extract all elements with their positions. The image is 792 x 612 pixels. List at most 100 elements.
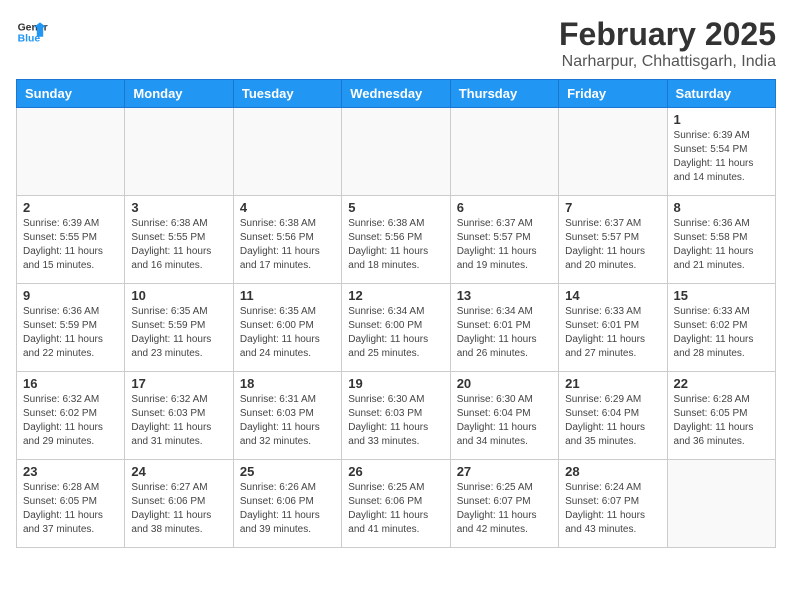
day-number: 20 [457,376,552,391]
day-info: Sunrise: 6:29 AM Sunset: 6:04 PM Dayligh… [565,393,660,449]
calendar-cell: 9Sunrise: 6:36 AM Sunset: 5:59 PM Daylig… [17,284,125,372]
calendar-cell: 27 Sunrise: 6:25 AM Sunset: 6:07 PM Dayli… [450,460,558,548]
day-number: 5 [348,200,443,215]
day-info: Sunrise: 6:33 AM Sunset: 6:01 PM Dayligh… [565,305,660,361]
calendar-cell: 2Sunrise: 6:39 AM Sunset: 5:55 PM Daylig… [17,196,125,284]
calendar-cell: 3 Sunrise: 6:38 AM Sunset: 5:55 PM Daylig… [125,196,233,284]
calendar-cell: 13 Sunrise: 6:34 AM Sunset: 6:01 PM Dayli… [450,284,558,372]
day-info: Sunrise: 6:24 AM Sunset: 6:07 PM Dayligh… [565,481,660,537]
day-info: Sunrise: 6:38 AM Sunset: 5:55 PM Dayligh… [131,217,226,273]
day-number: 12 [348,288,443,303]
weekday-header-wednesday: Wednesday [342,80,450,108]
day-number: 17 [131,376,226,391]
calendar-cell [559,108,667,196]
weekday-header-monday: Monday [125,80,233,108]
day-info: Sunrise: 6:37 AM Sunset: 5:57 PM Dayligh… [565,217,660,273]
calendar-cell: 11 Sunrise: 6:35 AM Sunset: 6:00 PM Dayli… [233,284,341,372]
svg-text:General: General [18,22,48,33]
day-info: Sunrise: 6:25 AM Sunset: 6:07 PM Dayligh… [457,481,552,537]
calendar-cell: 5Sunrise: 6:38 AM Sunset: 5:56 PM Daylig… [342,196,450,284]
logo: General Blue [16,16,48,48]
day-info: Sunrise: 6:28 AM Sunset: 6:05 PM Dayligh… [23,481,118,537]
calendar-cell [17,108,125,196]
calendar-cell: 10Sunrise: 6:35 AM Sunset: 5:59 PM Dayli… [125,284,233,372]
week-row-4: 16 Sunrise: 6:32 AM Sunset: 6:02 PM Dayli… [17,372,776,460]
day-info: Sunrise: 6:30 AM Sunset: 6:04 PM Dayligh… [457,393,552,449]
day-number: 11 [240,288,335,303]
week-row-1: 1 Sunrise: 6:39 AM Sunset: 5:54 PM Daylig… [17,108,776,196]
week-row-5: 23Sunrise: 6:28 AM Sunset: 6:05 PM Dayli… [17,460,776,548]
day-info: Sunrise: 6:28 AM Sunset: 6:05 PM Dayligh… [674,393,769,449]
week-row-2: 2Sunrise: 6:39 AM Sunset: 5:55 PM Daylig… [17,196,776,284]
day-number: 22 [674,376,769,391]
calendar-cell: 20 Sunrise: 6:30 AM Sunset: 6:04 PM Dayli… [450,372,558,460]
calendar-cell: 22 Sunrise: 6:28 AM Sunset: 6:05 PM Dayli… [667,372,775,460]
calendar-cell: 8 Sunrise: 6:36 AM Sunset: 5:58 PM Daylig… [667,196,775,284]
weekday-header-tuesday: Tuesday [233,80,341,108]
calendar-cell: 23Sunrise: 6:28 AM Sunset: 6:05 PM Dayli… [17,460,125,548]
day-number: 27 [457,464,552,479]
calendar-cell: 7 Sunrise: 6:37 AM Sunset: 5:57 PM Daylig… [559,196,667,284]
calendar-cell: 16 Sunrise: 6:32 AM Sunset: 6:02 PM Dayli… [17,372,125,460]
calendar-cell: 15 Sunrise: 6:33 AM Sunset: 6:02 PM Dayli… [667,284,775,372]
day-number: 19 [348,376,443,391]
calendar-cell [667,460,775,548]
day-number: 15 [674,288,769,303]
day-number: 9 [23,288,118,303]
day-info: Sunrise: 6:37 AM Sunset: 5:57 PM Dayligh… [457,217,552,273]
calendar-cell: 26Sunrise: 6:25 AM Sunset: 6:06 PM Dayli… [342,460,450,548]
weekday-header-thursday: Thursday [450,80,558,108]
calendar-cell [342,108,450,196]
calendar-cell: 25Sunrise: 6:26 AM Sunset: 6:06 PM Dayli… [233,460,341,548]
day-info: Sunrise: 6:39 AM Sunset: 5:54 PM Dayligh… [674,129,769,185]
weekday-header-row: SundayMondayTuesdayWednesdayThursdayFrid… [17,80,776,108]
weekday-header-friday: Friday [559,80,667,108]
day-number: 8 [674,200,769,215]
day-info: Sunrise: 6:32 AM Sunset: 6:02 PM Dayligh… [23,393,118,449]
day-info: Sunrise: 6:27 AM Sunset: 6:06 PM Dayligh… [131,481,226,537]
calendar-table: SundayMondayTuesdayWednesdayThursdayFrid… [16,79,776,548]
day-info: Sunrise: 6:31 AM Sunset: 6:03 PM Dayligh… [240,393,335,449]
week-row-3: 9Sunrise: 6:36 AM Sunset: 5:59 PM Daylig… [17,284,776,372]
day-info: Sunrise: 6:34 AM Sunset: 6:00 PM Dayligh… [348,305,443,361]
weekday-header-sunday: Sunday [17,80,125,108]
calendar-cell: 18 Sunrise: 6:31 AM Sunset: 6:03 PM Dayli… [233,372,341,460]
day-info: Sunrise: 6:33 AM Sunset: 6:02 PM Dayligh… [674,305,769,361]
day-number: 3 [131,200,226,215]
day-number: 10 [131,288,226,303]
calendar-cell: 12 Sunrise: 6:34 AM Sunset: 6:00 PM Dayli… [342,284,450,372]
calendar-cell [233,108,341,196]
calendar-cell: 14 Sunrise: 6:33 AM Sunset: 6:01 PM Dayli… [559,284,667,372]
day-number: 14 [565,288,660,303]
month-title: February 2025 [559,16,776,53]
day-info: Sunrise: 6:36 AM Sunset: 5:58 PM Dayligh… [674,217,769,273]
day-number: 21 [565,376,660,391]
calendar-cell: 4 Sunrise: 6:38 AM Sunset: 5:56 PM Daylig… [233,196,341,284]
day-info: Sunrise: 6:38 AM Sunset: 5:56 PM Dayligh… [240,217,335,273]
calendar-cell: 1 Sunrise: 6:39 AM Sunset: 5:54 PM Daylig… [667,108,775,196]
day-number: 7 [565,200,660,215]
day-number: 13 [457,288,552,303]
calendar-cell: 21 Sunrise: 6:29 AM Sunset: 6:04 PM Dayli… [559,372,667,460]
calendar-cell: 17 Sunrise: 6:32 AM Sunset: 6:03 PM Dayli… [125,372,233,460]
title-block: February 2025 Narharpur, Chhattisgarh, I… [559,16,776,71]
day-info: Sunrise: 6:35 AM Sunset: 6:00 PM Dayligh… [240,305,335,361]
day-number: 26 [348,464,443,479]
day-number: 1 [674,112,769,127]
day-number: 16 [23,376,118,391]
weekday-header-saturday: Saturday [667,80,775,108]
day-info: Sunrise: 6:39 AM Sunset: 5:55 PM Dayligh… [23,217,118,273]
page-header: General Blue February 2025 Narharpur, Ch… [16,16,776,71]
day-number: 24 [131,464,226,479]
calendar-cell: 24 Sunrise: 6:27 AM Sunset: 6:06 PM Dayli… [125,460,233,548]
day-number: 6 [457,200,552,215]
day-number: 18 [240,376,335,391]
day-number: 4 [240,200,335,215]
logo-icon: General Blue [16,16,48,48]
location: Narharpur, Chhattisgarh, India [559,53,776,71]
calendar-cell: 6 Sunrise: 6:37 AM Sunset: 5:57 PM Daylig… [450,196,558,284]
day-number: 28 [565,464,660,479]
day-info: Sunrise: 6:34 AM Sunset: 6:01 PM Dayligh… [457,305,552,361]
calendar-cell [125,108,233,196]
day-info: Sunrise: 6:32 AM Sunset: 6:03 PM Dayligh… [131,393,226,449]
